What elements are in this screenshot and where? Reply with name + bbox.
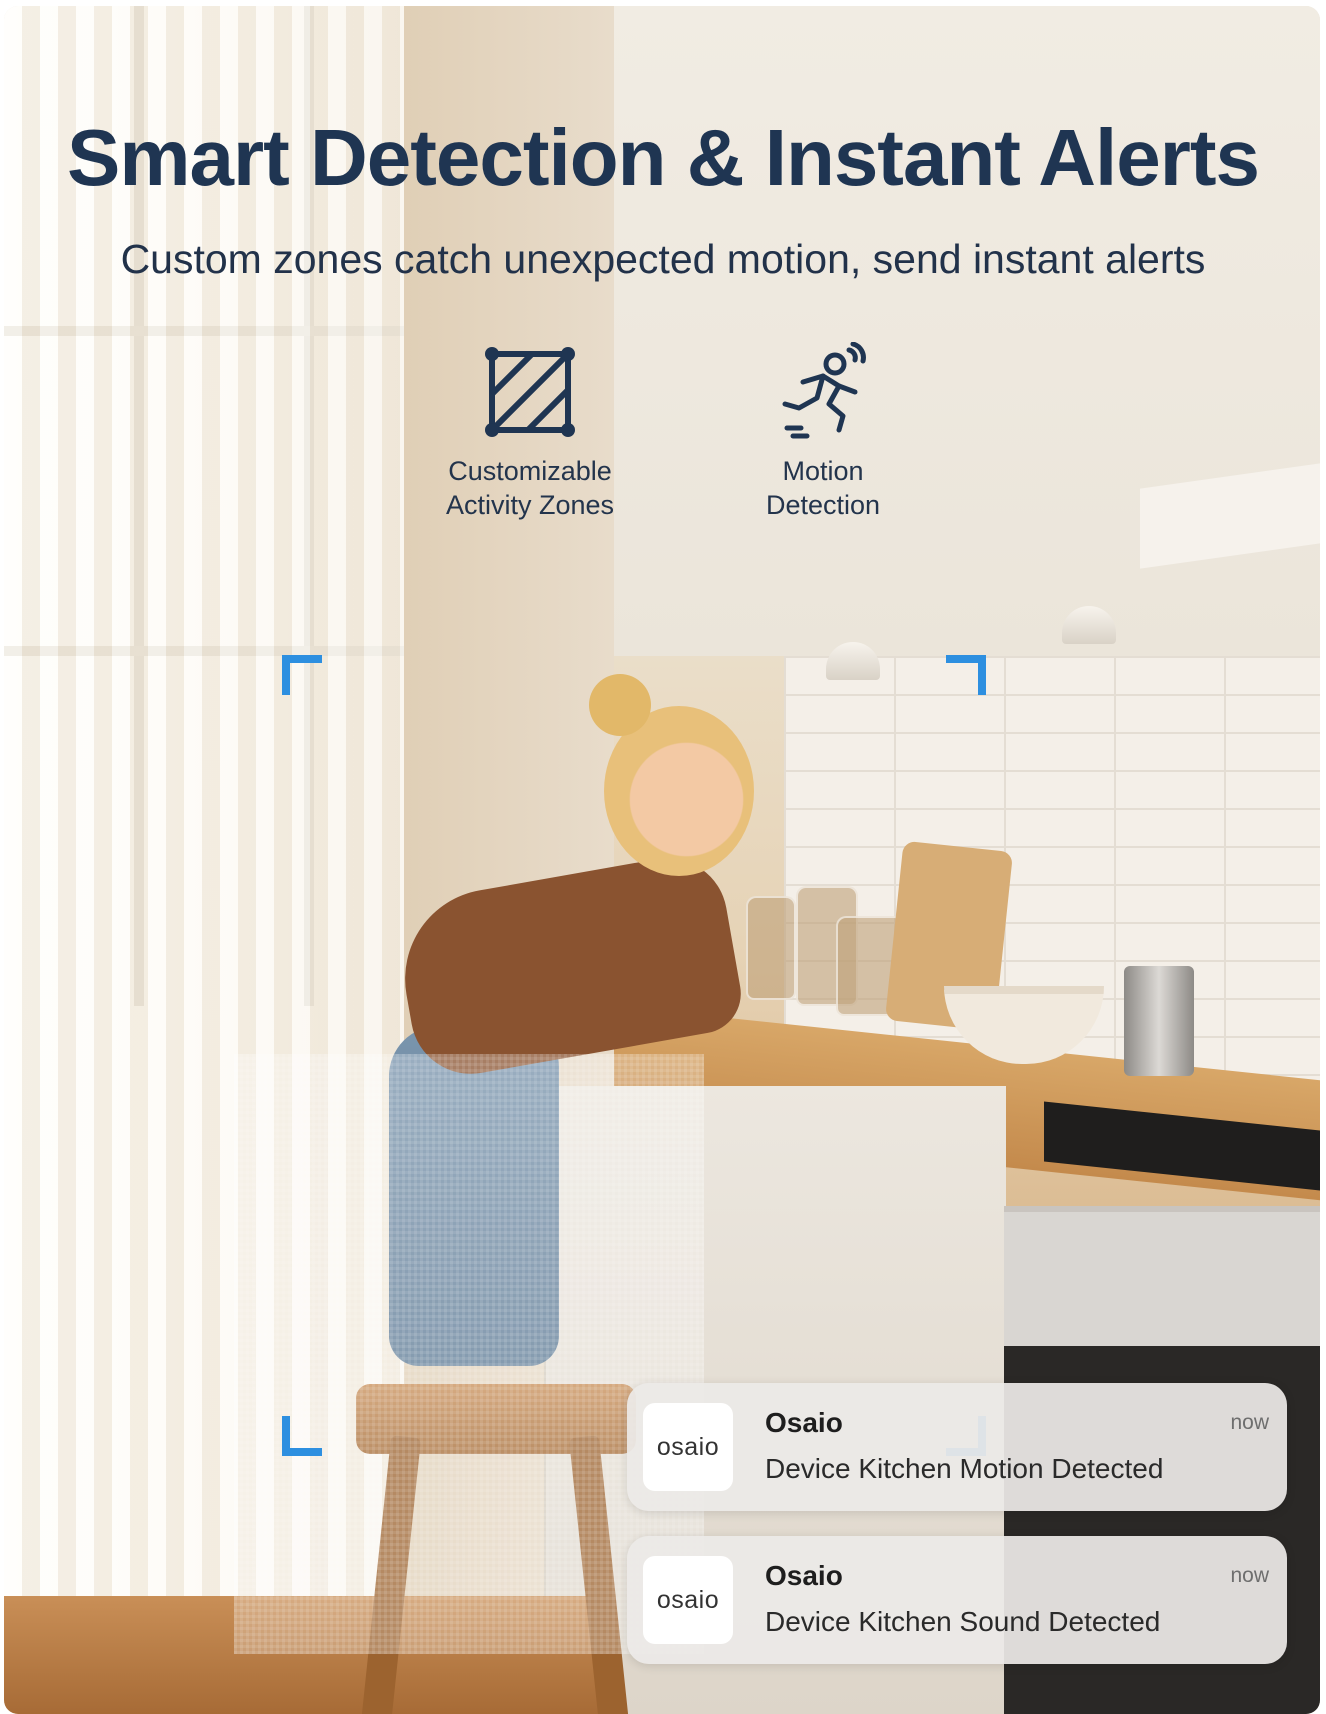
notification-card[interactable]: osaio Osaio now Device Kitchen Sound Det… bbox=[627, 1536, 1287, 1664]
app-icon: osaio bbox=[643, 1403, 733, 1491]
notification-app-name: Osaio bbox=[765, 1407, 843, 1438]
feature-motion-detection: Motion Detection bbox=[703, 341, 943, 522]
zone-corner-bottom-left bbox=[282, 1416, 322, 1456]
app-icon: osaio bbox=[643, 1556, 733, 1644]
notification-message: Device Kitchen Sound Detected bbox=[765, 1606, 1161, 1637]
running-person-motion-icon bbox=[773, 341, 873, 442]
page-subtitle: Custom zones catch unexpected motion, se… bbox=[120, 236, 1206, 282]
child-hair-bun bbox=[589, 674, 651, 736]
feature-activity-zones: Customizable Activity Zones bbox=[410, 342, 650, 522]
zone-corner-top-left bbox=[282, 655, 322, 695]
jar bbox=[746, 896, 796, 1000]
zone-corner-top-right bbox=[946, 655, 986, 695]
notification-time: now bbox=[1230, 1411, 1269, 1434]
page-title: Smart Detection & Instant Alerts bbox=[67, 113, 1260, 202]
notification-message: Device Kitchen Motion Detected bbox=[765, 1453, 1164, 1484]
upper-cabinet bbox=[614, 6, 1320, 656]
notification-card[interactable]: osaio Osaio now Device Kitchen Motion De… bbox=[627, 1383, 1287, 1511]
feature-label: Motion Detection bbox=[765, 456, 881, 520]
activity-zone-icon bbox=[480, 342, 580, 442]
notification-app-name: Osaio bbox=[765, 1560, 843, 1591]
feature-label: Customizable Activity Zones bbox=[445, 456, 615, 520]
notification-time: now bbox=[1230, 1564, 1269, 1587]
utensil-holder bbox=[1124, 966, 1194, 1076]
